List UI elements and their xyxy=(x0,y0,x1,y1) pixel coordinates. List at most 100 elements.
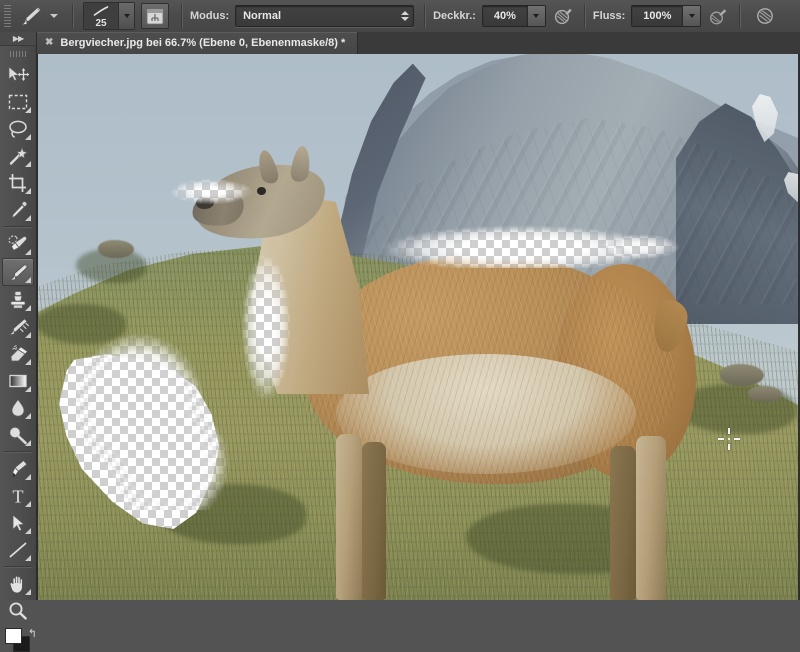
caret-down-icon xyxy=(688,14,695,18)
type-tool-icon[interactable]: T xyxy=(3,483,33,509)
tablet-pressure-opacity-button[interactable] xyxy=(550,4,576,28)
guanaco-hind-leg xyxy=(636,436,666,600)
brush-crosshair-cursor-icon xyxy=(718,428,740,450)
guanaco-front-leg-far xyxy=(362,442,386,600)
double-arrow-right-icon: ▶▶ xyxy=(12,34,24,43)
tools-panel: ▶▶ T ↰ xyxy=(0,32,37,652)
tool-flyout-indicator xyxy=(25,134,31,140)
document-tab-title: Bergviecher.jpg bei 66.7% (Ebene 0, Eben… xyxy=(60,37,346,49)
tool-flyout-indicator xyxy=(25,528,31,534)
flow-field[interactable]: 100% xyxy=(631,5,702,27)
tool-flyout-indicator xyxy=(25,161,31,167)
svg-text:T: T xyxy=(13,486,24,506)
photoshop-window: 25 Modus: Normal Deckkr.: 40% Fluss: 100… xyxy=(0,0,800,652)
tool-flyout-indicator xyxy=(25,249,31,255)
mask-erase-neck-edge xyxy=(232,242,306,412)
clone-stamp-tool-icon[interactable] xyxy=(3,287,33,313)
airbrush-icon xyxy=(710,9,727,25)
tools-divider xyxy=(4,451,32,453)
line-shape-tool-icon[interactable] xyxy=(3,537,33,563)
tools-divider xyxy=(4,566,32,568)
tool-flyout-indicator xyxy=(25,215,31,221)
guanaco-hind-leg-far xyxy=(610,446,636,600)
tool-preset-caret-down-icon[interactable] xyxy=(50,14,58,18)
brush-panel-icon xyxy=(146,8,164,24)
magic-wand-tool-icon[interactable] xyxy=(3,143,33,169)
divider xyxy=(72,4,74,28)
tool-flyout-indicator xyxy=(25,386,31,392)
marquee-tool-icon[interactable] xyxy=(3,89,33,115)
tool-flyout-indicator xyxy=(25,277,31,283)
document-tab[interactable]: ✖ Bergviecher.jpg bei 66.7% (Ebene 0, Eb… xyxy=(36,32,359,54)
document-canvas[interactable] xyxy=(36,54,800,600)
brush-size-value: 25 xyxy=(95,18,107,29)
small-rock xyxy=(748,386,782,402)
close-icon[interactable]: ✖ xyxy=(45,38,53,48)
tool-flyout-indicator xyxy=(25,474,31,480)
move-tool-icon[interactable] xyxy=(3,62,33,88)
drag-grip-icon[interactable] xyxy=(3,5,12,27)
tool-flyout-indicator xyxy=(25,188,31,194)
color-swatches[interactable]: ↰ xyxy=(5,628,37,652)
divider xyxy=(739,4,742,28)
zoom-tool-icon[interactable] xyxy=(3,598,33,624)
tablet-pressure-size-button[interactable] xyxy=(752,4,778,28)
tablet-pressure-size-icon xyxy=(757,8,774,24)
caret-down-icon xyxy=(533,14,540,18)
tablet-pressure-opacity-icon xyxy=(554,8,572,25)
history-brush-tool-icon[interactable] xyxy=(3,314,33,340)
crop-tool-icon[interactable] xyxy=(3,170,33,196)
tool-flyout-indicator xyxy=(25,501,31,507)
flow-value[interactable]: 100% xyxy=(632,6,683,26)
opacity-field[interactable]: 40% xyxy=(481,5,546,27)
lasso-tool-icon[interactable] xyxy=(3,116,33,142)
drag-grip-icon[interactable] xyxy=(9,48,27,59)
flow-dropdown[interactable] xyxy=(682,6,701,26)
divider xyxy=(424,4,427,28)
document-tab-bar: ✖ Bergviecher.jpg bei 66.7% (Ebene 0, Eb… xyxy=(36,32,800,55)
brush-stroke-icon xyxy=(93,6,109,16)
mask-erase-hillside-stroke xyxy=(64,330,234,510)
dodge-tool-icon[interactable] xyxy=(3,422,33,448)
image-content xyxy=(36,54,800,600)
blur-droplet-tool-icon[interactable] xyxy=(3,395,33,421)
opacity-label: Deckkr.: xyxy=(433,10,476,22)
blend-mode-select[interactable]: Normal xyxy=(235,5,415,27)
pen-tool-icon[interactable] xyxy=(3,456,33,482)
foreground-color-swatch[interactable] xyxy=(5,628,22,644)
swap-colors-icon[interactable]: ↰ xyxy=(28,627,37,640)
caret-down-icon xyxy=(123,14,130,18)
brush-preset-dropdown[interactable] xyxy=(118,3,134,29)
path-selection-tool-icon[interactable] xyxy=(3,510,33,536)
divider xyxy=(181,4,183,28)
tools-panel-collapse-button[interactable]: ▶▶ xyxy=(0,32,36,46)
tools-divider xyxy=(4,226,32,228)
hand-tool-icon[interactable] xyxy=(3,571,33,597)
spinner-updown-icon[interactable] xyxy=(401,11,410,21)
eraser-tool-icon[interactable] xyxy=(3,341,33,367)
eyedropper-tool-icon[interactable] xyxy=(3,197,33,223)
gradient-tool-icon[interactable] xyxy=(3,368,33,394)
tool-flyout-indicator xyxy=(25,107,31,113)
tool-flyout-indicator xyxy=(25,440,31,446)
airbrush-button[interactable] xyxy=(705,4,731,28)
canvas-left-edge xyxy=(36,54,38,600)
brush-tool-icon[interactable] xyxy=(2,258,34,286)
opacity-value[interactable]: 40% xyxy=(482,6,527,26)
small-rock xyxy=(720,364,764,386)
tool-flyout-indicator xyxy=(25,413,31,419)
brush-preset-picker[interactable]: 25 xyxy=(83,2,135,30)
flow-label: Fluss: xyxy=(592,10,626,22)
brush-preset-thumb[interactable]: 25 xyxy=(84,3,118,29)
opacity-dropdown[interactable] xyxy=(526,6,545,26)
healing-brush-tool-icon[interactable] xyxy=(3,231,33,257)
tool-flyout-indicator xyxy=(25,359,31,365)
guanaco-front-leg xyxy=(336,434,362,600)
divider xyxy=(583,4,586,28)
brush-icon[interactable] xyxy=(16,4,46,28)
blend-mode-value: Normal xyxy=(243,10,282,22)
brush-panel-button[interactable] xyxy=(141,3,169,29)
tool-options-bar: 25 Modus: Normal Deckkr.: 40% Fluss: 100… xyxy=(0,0,800,33)
tool-flyout-indicator xyxy=(25,589,31,595)
mode-label: Modus: xyxy=(190,10,230,22)
